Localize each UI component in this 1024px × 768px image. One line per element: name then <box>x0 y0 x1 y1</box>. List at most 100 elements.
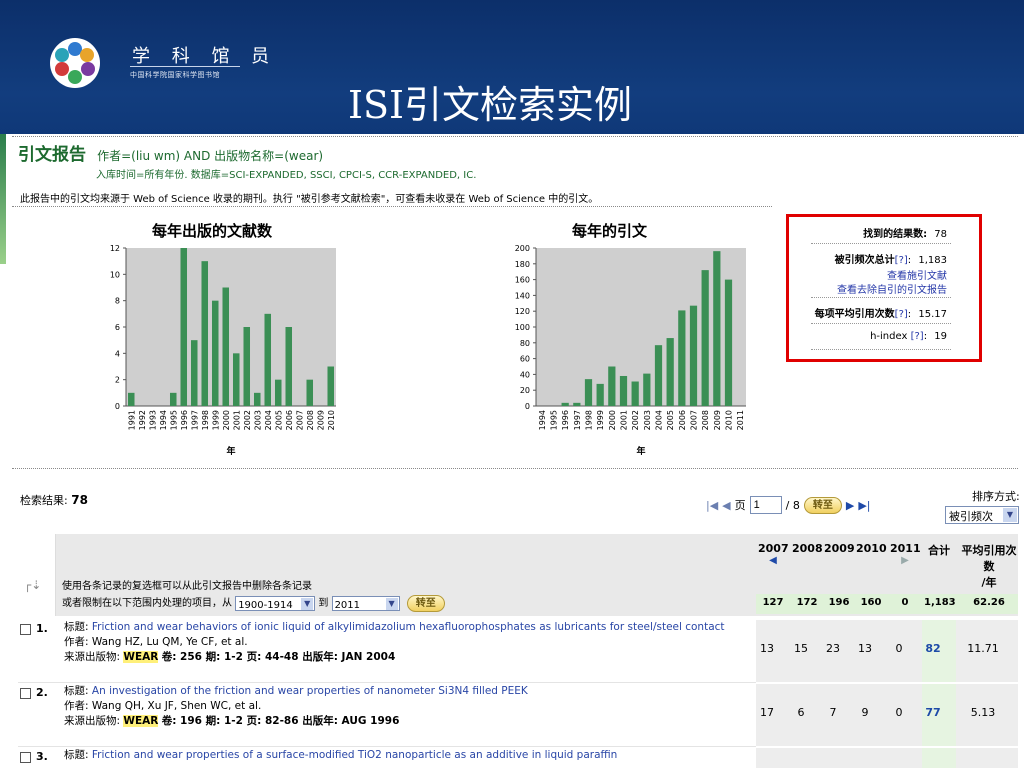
last-page-icon[interactable]: ▶| <box>858 499 870 512</box>
x-tick-label: 1998 <box>201 410 210 430</box>
record-checkbox[interactable] <box>20 688 31 699</box>
stat-h-index: h-index [?]: 19 <box>870 331 947 342</box>
left-accent-stripe <box>0 134 6 264</box>
report-title: 引文报告 <box>18 145 86 165</box>
range-go-button[interactable]: 转至 <box>406 595 445 612</box>
link-view-citing-articles[interactable]: 查看施引文献 <box>887 267 947 282</box>
chart-title-citations: 每年的引文 <box>572 222 648 240</box>
record-year-count: 23 <box>826 642 840 655</box>
y-tick-label: 200 <box>515 244 530 253</box>
sort-label: 排序方式: <box>972 490 1020 503</box>
record-checkbox[interactable] <box>20 752 31 763</box>
x-tick-label: 1995 <box>169 410 178 430</box>
report-scope: 入库时间=所有年份. 数据库=SCI-EXPANDED, SSCI, CPCI-… <box>96 170 477 181</box>
table-instructions: 使用各条记录的复选框可以从此引文报告中删除各条记录 或者限制在以下范围内处理的项… <box>62 578 445 612</box>
sort-select[interactable]: 被引频次 ▼ <box>945 506 1019 524</box>
sum-average: 62.26 <box>973 597 1005 608</box>
record-title-link[interactable]: An investigation of the friction and wea… <box>92 685 528 697</box>
bar <box>306 379 314 406</box>
y-tick-label: 180 <box>515 260 530 269</box>
previous-years-icon[interactable]: ◀ <box>758 555 788 566</box>
help-link[interactable]: [?] <box>895 309 908 320</box>
x-tick-label: 1997 <box>573 410 582 430</box>
bar <box>211 300 219 406</box>
bar <box>285 327 293 406</box>
record-checkbox[interactable] <box>20 624 31 635</box>
bar <box>619 375 628 406</box>
bar <box>222 287 230 406</box>
x-tick-label: 2008 <box>701 410 710 430</box>
y-tick-label: 160 <box>515 276 530 285</box>
record-year-count: 6 <box>797 706 805 719</box>
citation-table-header: ┌⇣ 使用各条记录的复选框可以从此引文报告中删除各条记录 或者限制在以下范围内处… <box>18 534 1018 616</box>
record-total-citations[interactable]: 82 <box>918 642 948 655</box>
link-report-without-self-citations[interactable]: 查看去除自引的引文报告 <box>837 281 947 296</box>
bar <box>631 381 639 406</box>
bar <box>232 353 240 406</box>
record-title-link[interactable]: Friction and wear properties of a surfac… <box>92 749 617 761</box>
results-value: 78 <box>71 493 88 507</box>
stat-results-label: 找到的结果数: <box>863 229 928 240</box>
chart-publications-per-year: 0 2 4 6 8 10 12 1991 1992 1993 1994 1995 1996 1997 199… <box>82 242 352 476</box>
x-tick-label: 2008 <box>306 410 315 430</box>
bar <box>678 310 686 406</box>
record-total-citations[interactable]: 77 <box>918 706 948 719</box>
bar <box>584 379 593 406</box>
x-tick-label: 2001 <box>232 410 241 430</box>
divider <box>12 468 1018 469</box>
bar <box>573 402 581 406</box>
x-tick-label: 2007 <box>690 410 699 430</box>
next-page-icon[interactable]: ▶ <box>846 499 854 512</box>
x-tick-label: 2010 <box>327 410 336 430</box>
range-from-value: 1900-1914 <box>238 599 293 611</box>
instruction-line-2: 或者限制在以下范围内处理的项目，从 1900-1914 ▼ 到 2011 ▼ 转至 <box>62 595 445 612</box>
page-number-input[interactable] <box>749 496 782 514</box>
y-tick-label: 12 <box>110 244 120 253</box>
y-tick-label: 140 <box>515 291 530 300</box>
x-tick-label: 1995 <box>550 410 559 430</box>
record-info: 标题: Friction and wear behaviors of ionic… <box>64 620 725 665</box>
record-title-link[interactable]: Friction and wear behaviors of ionic liq… <box>92 621 725 633</box>
y-tick-label: 40 <box>520 370 530 379</box>
header-banner: 学 科 馆 员 中国科学院国家科学图书馆 ISI引文检索实例 <box>0 0 1024 134</box>
previous-page-icon[interactable]: ◀ <box>722 499 730 512</box>
chart-title-publications: 每年出版的文献数 <box>152 222 273 240</box>
x-tick-label: 2009 <box>713 410 722 430</box>
stat-results-value: 78 <box>934 229 947 240</box>
record-info: 标题: An investigation of the friction and… <box>64 684 528 729</box>
sum-2010: 160 <box>860 597 882 608</box>
bar <box>666 338 674 406</box>
record-year-count: 0 <box>895 642 903 655</box>
stat-citations-label: 被引频次总计 <box>834 255 895 266</box>
report-heading: 引文报告 作者=(liu wm) AND 出版物名称=(wear) <box>18 140 323 165</box>
bar <box>327 366 335 406</box>
first-page-icon[interactable]: |◀ <box>706 499 718 512</box>
title-label: 标题: <box>64 621 89 633</box>
chart-citations-svg: 0204060801001201401601802001994 1995 1996 1… <box>515 244 746 457</box>
chevron-down-icon: ▼ <box>1003 508 1017 522</box>
x-tick-label: 2005 <box>666 410 675 430</box>
citation-report: 引文报告 作者=(liu wm) AND 出版物名称=(wear) 入库时间=所… <box>12 134 1024 768</box>
help-link[interactable]: [?] <box>911 331 924 342</box>
bar <box>274 379 282 406</box>
go-to-page-button[interactable]: 转至 <box>803 496 842 514</box>
bar <box>169 392 177 406</box>
range-to-select[interactable]: 2011 ▼ <box>331 595 400 611</box>
range-from-select[interactable]: 1900-1914 ▼ <box>235 595 316 611</box>
y-tick-label: 4 <box>115 349 120 358</box>
bar <box>643 373 651 406</box>
bar <box>243 327 251 406</box>
x-tick-label: 2000 <box>608 410 617 430</box>
record-year-count: 7 <box>829 706 837 719</box>
help-link[interactable]: [?] <box>895 255 908 266</box>
col-2009: 2009 <box>824 542 855 555</box>
citation-stats-box: 找到的结果数: 78 被引频次总计[?]: 1,183 查看施引文献 查看去除自… <box>786 214 982 362</box>
y-tick-label: 6 <box>115 323 120 332</box>
x-tick-label: 1994 <box>538 410 547 430</box>
stat-total-citations: 被引频次总计[?]: 1,183 <box>834 255 947 266</box>
x-tick-label: 2005 <box>274 410 283 430</box>
record-journal: WEAR <box>123 651 159 663</box>
x-tick-label: 1993 <box>148 410 157 430</box>
divider <box>811 297 951 298</box>
y-tick-label: 2 <box>115 376 120 385</box>
